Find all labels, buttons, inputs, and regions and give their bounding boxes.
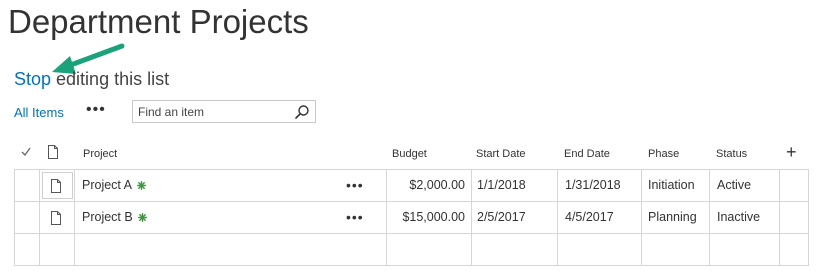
stop-editing-label: editing this list [51, 69, 170, 89]
budget-cell[interactable]: $15,000.00 [387, 202, 472, 233]
search-box [132, 100, 316, 123]
new-item-row[interactable] [15, 234, 809, 266]
budget-cell[interactable] [387, 234, 472, 265]
project-cell[interactable]: Project A ••• [75, 170, 387, 201]
project-cell[interactable] [75, 234, 387, 265]
search-input[interactable] [133, 101, 298, 122]
column-header-end-date[interactable]: End Date [564, 148, 610, 160]
document-icon [51, 179, 61, 193]
row-select-cell[interactable] [15, 234, 40, 265]
status-cell[interactable] [710, 234, 780, 265]
column-header-budget[interactable]: Budget [392, 148, 427, 160]
row-more-button[interactable]: ••• [346, 170, 364, 201]
column-header-phase[interactable]: Phase [648, 148, 679, 160]
search-icon[interactable] [294, 104, 310, 120]
row-type-cell [40, 202, 75, 233]
row-select-cell[interactable] [15, 202, 40, 233]
new-item-icon [137, 181, 147, 190]
table-row[interactable]: Project A ••• $2,000.00 1/1/2018 1/31/20… [15, 170, 809, 202]
extra-cell[interactable] [780, 202, 809, 233]
column-header-project[interactable]: Project [83, 148, 117, 160]
row-select-cell[interactable] [15, 170, 40, 201]
extra-cell[interactable] [780, 234, 809, 265]
extra-cell[interactable] [780, 170, 809, 201]
status-cell[interactable]: Inactive [710, 202, 780, 233]
page-title: Department Projects [8, 3, 309, 40]
column-header-status[interactable]: Status [716, 148, 747, 160]
stop-editing-text: Stop editing this list [14, 69, 169, 90]
project-cell[interactable]: Project B ••• [75, 202, 387, 233]
document-type-icon[interactable] [47, 145, 59, 159]
project-name[interactable]: Project A [82, 178, 132, 192]
phase-cell[interactable]: Initiation [642, 170, 710, 201]
end-date-cell[interactable]: 4/5/2017 [558, 202, 642, 233]
status-cell[interactable]: Active [710, 170, 780, 201]
select-all-checkmark-icon[interactable] [20, 145, 32, 159]
end-date-cell[interactable] [558, 234, 642, 265]
list-header-row: Project Budget Start Date End Date Phase… [14, 140, 810, 168]
phase-cell[interactable]: Planning [642, 202, 710, 233]
add-column-button[interactable]: + [786, 142, 797, 163]
start-date-cell[interactable] [472, 234, 558, 265]
more-options-button[interactable]: ••• [86, 101, 106, 119]
column-header-start-date[interactable]: Start Date [476, 148, 526, 160]
end-date-cell[interactable]: 1/31/2018 [558, 170, 642, 201]
row-more-button[interactable]: ••• [346, 202, 364, 233]
start-date-cell[interactable]: 1/1/2018 [472, 170, 558, 201]
phase-cell[interactable] [642, 234, 710, 265]
row-type-cell [40, 170, 75, 201]
view-all-items-link[interactable]: All Items [14, 105, 64, 120]
project-name[interactable]: Project B [82, 210, 133, 224]
list-grid: Project A ••• $2,000.00 1/1/2018 1/31/20… [14, 169, 809, 266]
row-type-cell [40, 234, 75, 265]
table-row[interactable]: Project B ••• $15,000.00 2/5/2017 4/5/20… [15, 202, 809, 234]
start-date-cell[interactable]: 2/5/2017 [472, 202, 558, 233]
stop-editing-link[interactable]: Stop [14, 69, 51, 89]
document-icon [51, 211, 61, 225]
new-item-icon [137, 213, 147, 222]
budget-cell[interactable]: $2,000.00 [387, 170, 472, 201]
